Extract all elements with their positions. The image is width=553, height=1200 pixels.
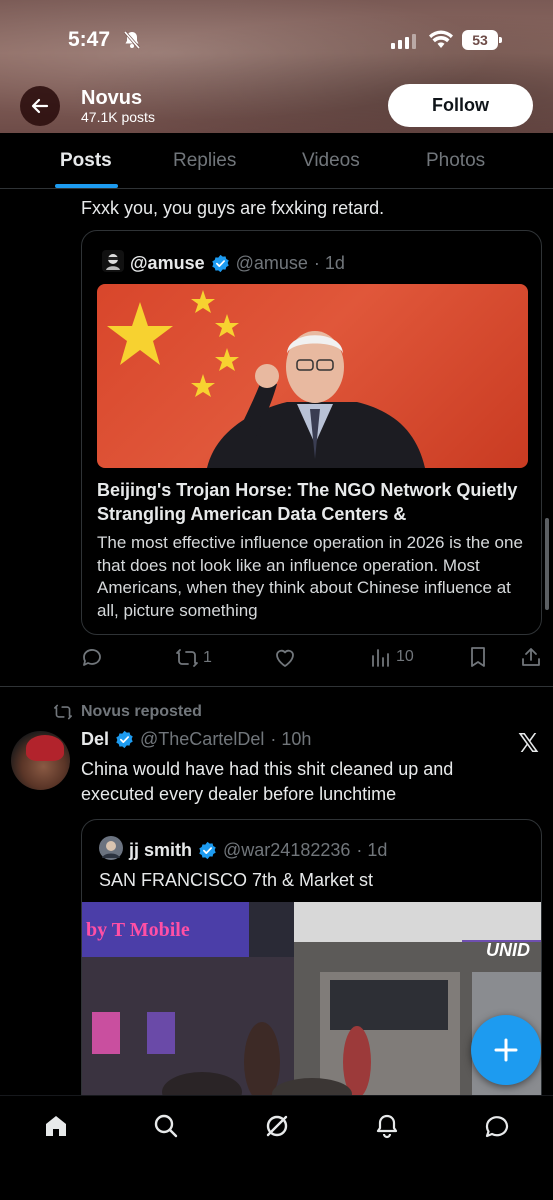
quoted-post-time: · 1d bbox=[356, 840, 388, 860]
article-summary: The most effective influence operation i… bbox=[97, 533, 523, 620]
reply-button[interactable] bbox=[80, 646, 104, 670]
repost-label-text: Novus reposted bbox=[81, 703, 202, 720]
battery-indicator: 53 bbox=[462, 30, 502, 50]
status-bar: 5:47 53 bbox=[0, 26, 553, 56]
arrow-left-icon bbox=[31, 98, 49, 114]
union-sign: UNID bbox=[486, 940, 530, 960]
views-button[interactable]: 10 bbox=[370, 646, 414, 668]
wifi-icon bbox=[428, 30, 454, 55]
quoted-author-handle: @amuse bbox=[235, 253, 308, 273]
repost-count: 1 bbox=[203, 649, 212, 666]
plus-icon bbox=[494, 1038, 518, 1062]
tab-replies[interactable]: Replies bbox=[173, 150, 236, 172]
messages-icon[interactable] bbox=[481, 1110, 513, 1142]
bell-muted-icon bbox=[122, 30, 142, 55]
tab-photos[interactable]: Photos bbox=[426, 150, 485, 172]
tmobile-sign: by T Mobile bbox=[86, 919, 190, 941]
post-author-handle[interactable]: @TheCartelDel bbox=[140, 729, 264, 750]
amuse-avatar-icon bbox=[102, 250, 124, 277]
scroll-indicator[interactable] bbox=[545, 518, 549, 610]
post-time: · 10h bbox=[270, 729, 312, 749]
share-icon bbox=[522, 648, 540, 666]
profile-posts-count: 47.1K posts bbox=[81, 109, 155, 125]
quoted-author-name: jj smith bbox=[129, 840, 193, 860]
post-text: Fxxk you, you guys are fxxking retard. bbox=[81, 198, 385, 218]
video-thumbnail[interactable]: by T Mobile UNID bbox=[82, 902, 541, 1102]
article-image[interactable] bbox=[97, 284, 528, 468]
bookmark-icon bbox=[471, 647, 485, 667]
active-tab-indicator bbox=[55, 184, 118, 188]
post-author-line: Del @TheCartelDel · 10h bbox=[81, 729, 311, 750]
repost-label: Novus reposted bbox=[53, 703, 202, 721]
post-divider bbox=[0, 686, 553, 687]
repost-icon bbox=[53, 704, 72, 720]
quoted-author-name: @amuse bbox=[130, 253, 205, 273]
views-count: 10 bbox=[396, 648, 414, 665]
compose-button[interactable] bbox=[471, 1015, 541, 1085]
follow-button[interactable]: Follow bbox=[388, 84, 533, 127]
verified-badge-icon bbox=[199, 841, 216, 860]
verified-badge-icon bbox=[116, 730, 133, 749]
post-text: China would have had this shit cleaned u… bbox=[81, 759, 454, 804]
bookmark-button[interactable] bbox=[467, 646, 489, 668]
post-actions: 1 10 bbox=[80, 646, 540, 676]
status-time: 5:47 bbox=[68, 28, 111, 51]
heart-icon bbox=[276, 649, 294, 667]
post-author-name[interactable]: Del bbox=[81, 729, 109, 750]
share-button[interactable] bbox=[520, 646, 542, 668]
tab-videos[interactable]: Videos bbox=[302, 150, 360, 172]
quoted-author-handle: @war24182236 bbox=[223, 840, 351, 860]
quoted-post-card[interactable]: jj smith @war24182236 · 1d SAN FRANCISCO… bbox=[81, 819, 542, 1119]
quoted-post-header: jj smith @war24182236 · 1d bbox=[99, 836, 387, 865]
tab-posts[interactable]: Posts bbox=[60, 150, 112, 172]
profile-name: Novus bbox=[81, 87, 143, 109]
search-icon[interactable] bbox=[150, 1110, 182, 1142]
reply-icon bbox=[83, 649, 101, 666]
repost-button[interactable]: 1 bbox=[175, 646, 212, 670]
avatar[interactable] bbox=[11, 731, 70, 790]
profile-tabs: Posts Replies Videos Photos bbox=[0, 133, 553, 189]
views-chart-icon bbox=[372, 649, 389, 667]
bottom-navigation bbox=[0, 1095, 553, 1200]
quoted-post-header: @amuse @amuse · 1d bbox=[102, 250, 345, 277]
verified-badge-icon bbox=[211, 254, 229, 273]
repost-icon bbox=[176, 649, 198, 667]
x-logo-icon: 𝕏 bbox=[518, 728, 539, 758]
home-icon[interactable] bbox=[40, 1110, 72, 1142]
quoted-post-card[interactable]: @amuse @amuse · 1d Beijing's Trojan Hors… bbox=[81, 230, 542, 635]
back-button[interactable] bbox=[20, 86, 60, 126]
quoted-post-text: SAN FRANCISCO 7th & Market st bbox=[99, 870, 374, 890]
article-title: Beijing's Trojan Horse: The NGO Network … bbox=[97, 480, 518, 524]
quoted-post-time: · 1d bbox=[313, 253, 345, 273]
jj-smith-avatar-icon bbox=[99, 836, 123, 865]
like-button[interactable] bbox=[273, 646, 297, 670]
grok-icon[interactable] bbox=[261, 1110, 293, 1142]
cellular-signal-icon bbox=[391, 34, 416, 49]
bell-icon[interactable] bbox=[371, 1110, 403, 1142]
